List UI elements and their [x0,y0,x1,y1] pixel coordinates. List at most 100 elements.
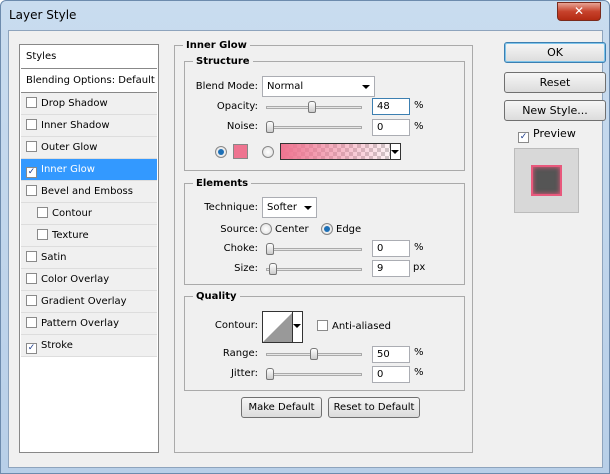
gradient-radio[interactable] [262,146,274,158]
ok-button[interactable]: OK [504,42,606,63]
jitter-slider-thumb[interactable] [266,368,274,380]
noise-input[interactable]: 0 [372,119,410,136]
checkbox-icon[interactable] [37,207,48,218]
opacity-slider-thumb[interactable] [308,101,317,113]
glow-color-swatch[interactable] [233,144,248,159]
sidebar-item-label: Satin [41,252,67,263]
sidebar-item-blending-options-default[interactable]: Blending Options: Default [21,69,157,93]
contour-label: Contour: [214,320,258,331]
contour-picker[interactable] [262,311,303,343]
sidebar-item-label: Inner Glow [41,164,95,175]
source-edge-radio[interactable] [321,223,333,235]
size-input[interactable]: 9 [372,260,410,277]
choke-slider[interactable] [266,243,362,255]
sidebar-item-contour[interactable]: Contour [21,203,157,225]
checkbox-icon[interactable] [26,295,37,306]
range-input[interactable]: 50 [372,346,410,363]
reset-button[interactable]: Reset [504,72,606,93]
range-label: Range: [222,348,258,359]
checkbox-icon[interactable] [37,229,48,240]
sidebar-item-label: Gradient Overlay [41,296,127,307]
make-default-button[interactable]: Make Default [241,397,322,418]
choke-input[interactable]: 0 [372,240,410,257]
sidebar-item-drop-shadow[interactable]: Drop Shadow [21,93,157,115]
styles-list: Styles Blending Options: Default Drop Shad… [19,44,159,453]
range-slider-thumb[interactable] [310,348,318,360]
sidebar-item-styles[interactable]: Styles [21,45,157,69]
source-edge-label[interactable]: Edge [336,224,361,235]
checkbox-icon[interactable] [26,317,37,328]
opacity-slider[interactable] [266,101,362,113]
technique-value: Softer [267,202,297,213]
blend-mode-value: Normal [267,81,304,92]
anti-aliased-label: Anti-aliased [332,321,392,332]
sidebar-item-satin[interactable]: Satin [21,247,157,269]
sidebar-item-label: Inner Shadow [41,120,110,131]
chevron-down-icon [304,206,312,210]
checkbox-icon[interactable] [26,273,37,284]
reset-to-default-button[interactable]: Reset to Default [328,397,420,418]
chevron-down-icon [391,150,399,154]
sidebar-item-bevel-and-emboss[interactable]: Bevel and Emboss [21,181,157,203]
jitter-unit: % [414,367,424,378]
noise-unit: % [414,121,424,132]
checkbox-icon[interactable] [26,251,37,262]
preview-label: Preview [533,127,576,140]
checkbox-icon[interactable] [26,97,37,108]
sidebar-item-label: Styles [26,51,57,62]
sidebar-item-label: Outer Glow [41,142,98,153]
source-center-radio[interactable] [260,223,272,235]
range-slider[interactable] [266,348,362,360]
structure-title: Structure [196,56,250,67]
noise-slider-thumb[interactable] [266,121,274,133]
contour-linear-icon [263,312,293,342]
sidebar-item-stroke[interactable]: ✓ Stroke [21,335,157,357]
sidebar-item-gradient-overlay[interactable]: Gradient Overlay [21,291,157,313]
sidebar-item-label: Stroke [41,340,73,351]
checkbox-icon[interactable] [26,185,37,196]
new-style-button[interactable]: New Style... [504,100,606,121]
blend-mode-label: Blend Mode: [195,81,258,92]
sidebar-item-label: Bevel and Emboss [41,186,133,197]
noise-slider[interactable] [266,121,362,133]
contour-dropdown-button[interactable] [292,312,302,342]
size-label: Size: [234,263,258,274]
sidebar-item-inner-glow[interactable]: ✓ Inner Glow [21,159,157,181]
size-slider[interactable] [266,263,362,275]
style-preview [514,148,579,213]
sidebar-item-label: Blending Options: Default [26,75,155,86]
sidebar-item-pattern-overlay[interactable]: Pattern Overlay [21,313,157,335]
checkbox-icon [317,320,328,331]
sidebar-item-inner-shadow[interactable]: Inner Shadow [21,115,157,137]
checkbox-checked-icon[interactable]: ✓ [26,167,37,178]
source-center-label[interactable]: Center [275,224,309,235]
sidebar-item-label: Contour [52,208,92,219]
choke-slider-thumb[interactable] [266,243,274,255]
gradient-dropdown-button[interactable] [390,144,400,159]
technique-label: Technique: [204,202,258,213]
sidebar-item-color-overlay[interactable]: Color Overlay [21,269,157,291]
sidebar-item-label: Color Overlay [41,274,110,285]
checkbox-icon[interactable] [26,141,37,152]
blend-mode-select[interactable]: Normal [262,76,375,97]
close-button[interactable]: ✕ [557,2,601,21]
anti-aliased-checkbox[interactable]: Anti-aliased [317,320,391,332]
size-unit: px [413,262,426,273]
solid-color-radio[interactable] [215,146,227,158]
opacity-input[interactable]: 48 [372,98,410,115]
technique-select[interactable]: Softer [262,197,317,218]
checkbox-icon[interactable] [26,119,37,130]
jitter-slider[interactable] [266,368,362,380]
jitter-label: Jitter: [230,368,258,379]
chevron-down-icon [293,324,301,328]
sidebar-item-texture[interactable]: Texture [21,225,157,247]
checkbox-checked-icon[interactable]: ✓ [26,343,37,354]
range-unit: % [414,347,424,358]
preview-checkbox[interactable]: ✓ Preview [518,127,576,143]
sidebar-item-label: Texture [52,230,89,241]
size-slider-thumb[interactable] [269,263,278,275]
quality-title: Quality [196,291,237,302]
sidebar-item-outer-glow[interactable]: Outer Glow [21,137,157,159]
jitter-input[interactable]: 0 [372,366,410,383]
gradient-picker[interactable] [280,143,401,160]
